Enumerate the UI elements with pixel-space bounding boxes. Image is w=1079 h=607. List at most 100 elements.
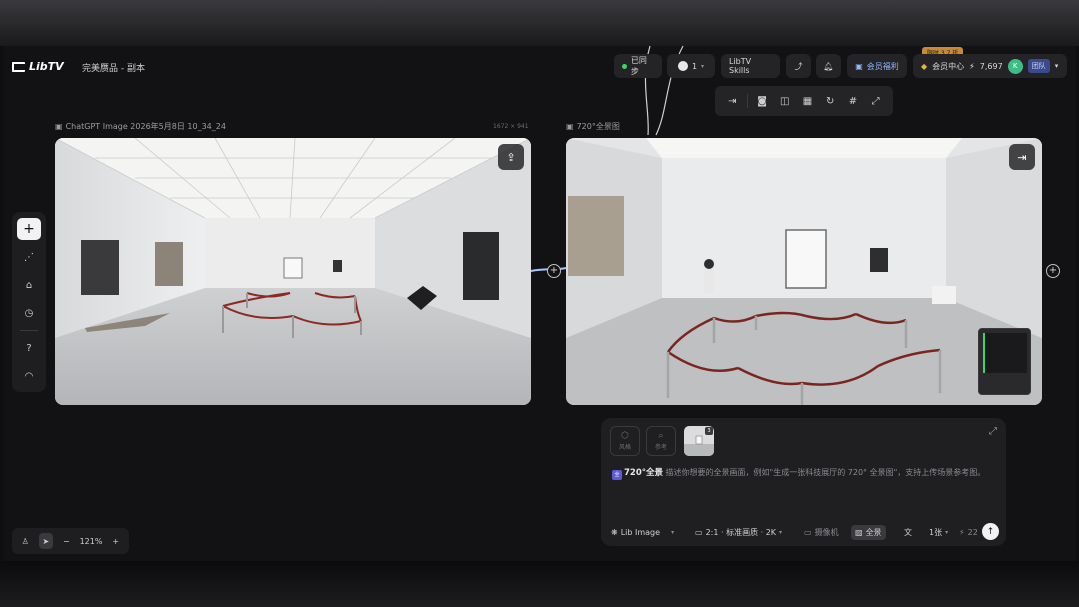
left-sidebar: + ⋰ ⌂ ◷ ? ◠ [12,212,46,392]
ratio-selector[interactable]: ▭ 2:1 · 标准画质 · 2K ▾ [695,527,782,538]
chevron-down-icon: ▾ [779,528,783,536]
zoom-in-icon[interactable]: + [108,533,123,549]
translate-icon: 文 [904,527,912,537]
panorama-minimap[interactable] [978,328,1031,395]
translate-button[interactable]: 文 [904,527,912,538]
membership-label: 会员福利 [866,61,899,71]
image-toolbar: ⇥ ◙ ◫ ▦ ↻ # ⤢ [715,86,893,116]
panorama-icon: ▨ [855,527,863,537]
camera-toggle[interactable]: ▭ 摄像机 [804,527,839,538]
exit-icon[interactable]: ⇥ [721,90,744,112]
add-node-right-icon[interactable]: + [1046,264,1060,278]
gift-icon: ▣ [855,61,863,71]
zoom-out-icon[interactable]: − [59,533,74,549]
pointer-icon[interactable]: ➤ [38,533,54,549]
chevron-down-icon: ▾ [671,528,675,536]
app-logo[interactable]: LibTV [12,60,64,73]
reference-slot[interactable]: ⌕ 参考 [646,426,676,456]
bell-icon: 🔔︎ [823,61,834,71]
gallery-image [55,138,531,405]
upload-button[interactable]: ⇪ [498,144,524,170]
cube-icon: ⬡ [621,431,629,441]
reference-thumbnail[interactable]: 3 [684,426,714,456]
prompt-panel: ⬡ 风格 ⌕ 参考 3 ⤢ 全 720°全景 描述你想要的全景画面，例如"生成一张… [601,418,1006,546]
screen: LibTV 完美赝品 - 副本 已同步 1 ▾ LibTV Skills ⤴ 🔔… [0,0,1079,607]
refresh-icon[interactable]: ↻ [819,90,842,112]
hand-icon[interactable]: ♙ [18,533,33,549]
support-icon[interactable]: ◠ [17,365,41,387]
left-image-node[interactable]: ⇪ [55,138,531,405]
lightning-icon: ⚡︎ [969,61,975,71]
minimap-view [983,333,1027,373]
image-icon: ▣ [566,122,574,131]
thumbnail-count-badge: 3 [705,427,713,435]
prompt-placeholder: 描述你想要的全景画面，例如"生成一张科技展厅的 720° 全景图"，支持上传场景… [665,468,986,477]
avatar[interactable]: K [1007,58,1023,74]
toolbar-divider [746,94,748,108]
share-nodes-icon[interactable]: ⋰ [17,246,41,268]
zoom-level[interactable]: 121% [80,537,103,546]
users-count: 1 [691,61,698,71]
share-icon: ⤴ [794,61,803,71]
credit-cost: ⚡︎ 22 [959,528,978,537]
membership-benefits-button[interactable]: ▣ 会员福利 [847,54,907,78]
sync-status[interactable]: 已同步 [614,54,662,78]
arrow-up-icon: ↑ [986,526,995,537]
panorama-toggle[interactable]: ▨ 全景 [851,524,886,540]
credits-value: 7,697 [979,61,1003,71]
model-icon: ❋ [611,527,618,537]
crop-icon[interactable]: # [842,90,865,112]
vip-center-label: 会员中心 [932,61,965,71]
collaborators-button[interactable]: 1 ▾ [667,54,715,78]
add-node-between-icon[interactable]: + [547,264,561,278]
send-button[interactable]: ↑ [982,523,999,540]
assets-icon[interactable]: ⌂ [17,274,41,296]
mode-tag[interactable]: 720°全景 [624,468,663,478]
right-image-title: 720°全景图 [576,122,620,131]
prompt-input[interactable]: 全 720°全景 描述你想要的全景画面，例如"生成一张科技展厅的 720° 全景图… [612,466,997,480]
panorama-mode-icon: 全 [612,470,622,480]
upload-icon: ⇪ [506,150,516,164]
chevron-down-icon: ▾ [945,528,949,536]
chevron-down-icon: ▾ [701,62,705,70]
left-image-label: ▣ ChatGPT Image 2026年5月8日 10_34_24 [55,121,226,132]
grid-icon[interactable]: ▦ [796,90,819,112]
model-selector[interactable]: ❋ Lib Image ▾ [611,528,674,537]
prompt-options-bar: ❋ Lib Image ▾ ▭ 2:1 · 标准画质 · 2K ▾ ▭ 摄像机 … [611,522,999,542]
open-panorama-button[interactable]: ⇥ [1009,144,1035,170]
account-menu[interactable]: ◆ 会员中心 ⚡︎ 7,697 K 团队 ▾ [913,54,1067,78]
left-image-dims: 1672 × 941 [493,123,529,130]
user-icon [677,61,688,71]
share-button[interactable]: ⤴ [786,54,811,78]
zoom-controls: ♙ ➤ − 121% + [12,528,129,554]
image-icon: ▣ [55,122,63,131]
chevron-down-icon: ▾ [1054,62,1059,70]
model-label: Lib Image [620,527,661,537]
logo-icon [12,61,25,72]
right-image-node[interactable]: ⇥ [566,138,1042,405]
help-icon[interactable]: ? [17,337,41,359]
camera-icon[interactable]: ◙ [751,90,774,112]
ratio-label: 2:1 · 标准画质 · 2K [705,527,777,537]
team-label: 团队 [1027,59,1050,73]
credit-cost-value: 22 [967,527,978,537]
right-image-label: ▣ 720°全景图 [566,121,620,132]
sidebar-divider [20,330,38,331]
expand-panel-icon[interactable]: ⤢ [989,426,997,437]
expand-icon[interactable]: ⤢ [864,90,887,112]
skills-button[interactable]: LibTV Skills [721,54,780,78]
style-reference-slot[interactable]: ⬡ 风格 [610,426,640,456]
history-icon[interactable]: ◷ [17,302,41,324]
camera-icon: ▭ [804,527,812,537]
count-selector[interactable]: 1张 ▾ [929,527,948,538]
sync-dot-icon [622,63,627,69]
split-icon[interactable]: ◫ [773,90,796,112]
panorama-label: 全景 [865,527,882,537]
camera-label: 摄像机 [814,527,839,537]
notifications-button[interactable]: 🔔︎ [816,54,841,78]
search-icon: ⌕ [658,431,664,441]
project-title[interactable]: 完美赝品 - 副本 [82,61,145,74]
reference-slot-label: 参考 [654,444,667,451]
exit-icon: ⇥ [1017,150,1027,164]
plus-icon[interactable]: + [17,218,41,240]
